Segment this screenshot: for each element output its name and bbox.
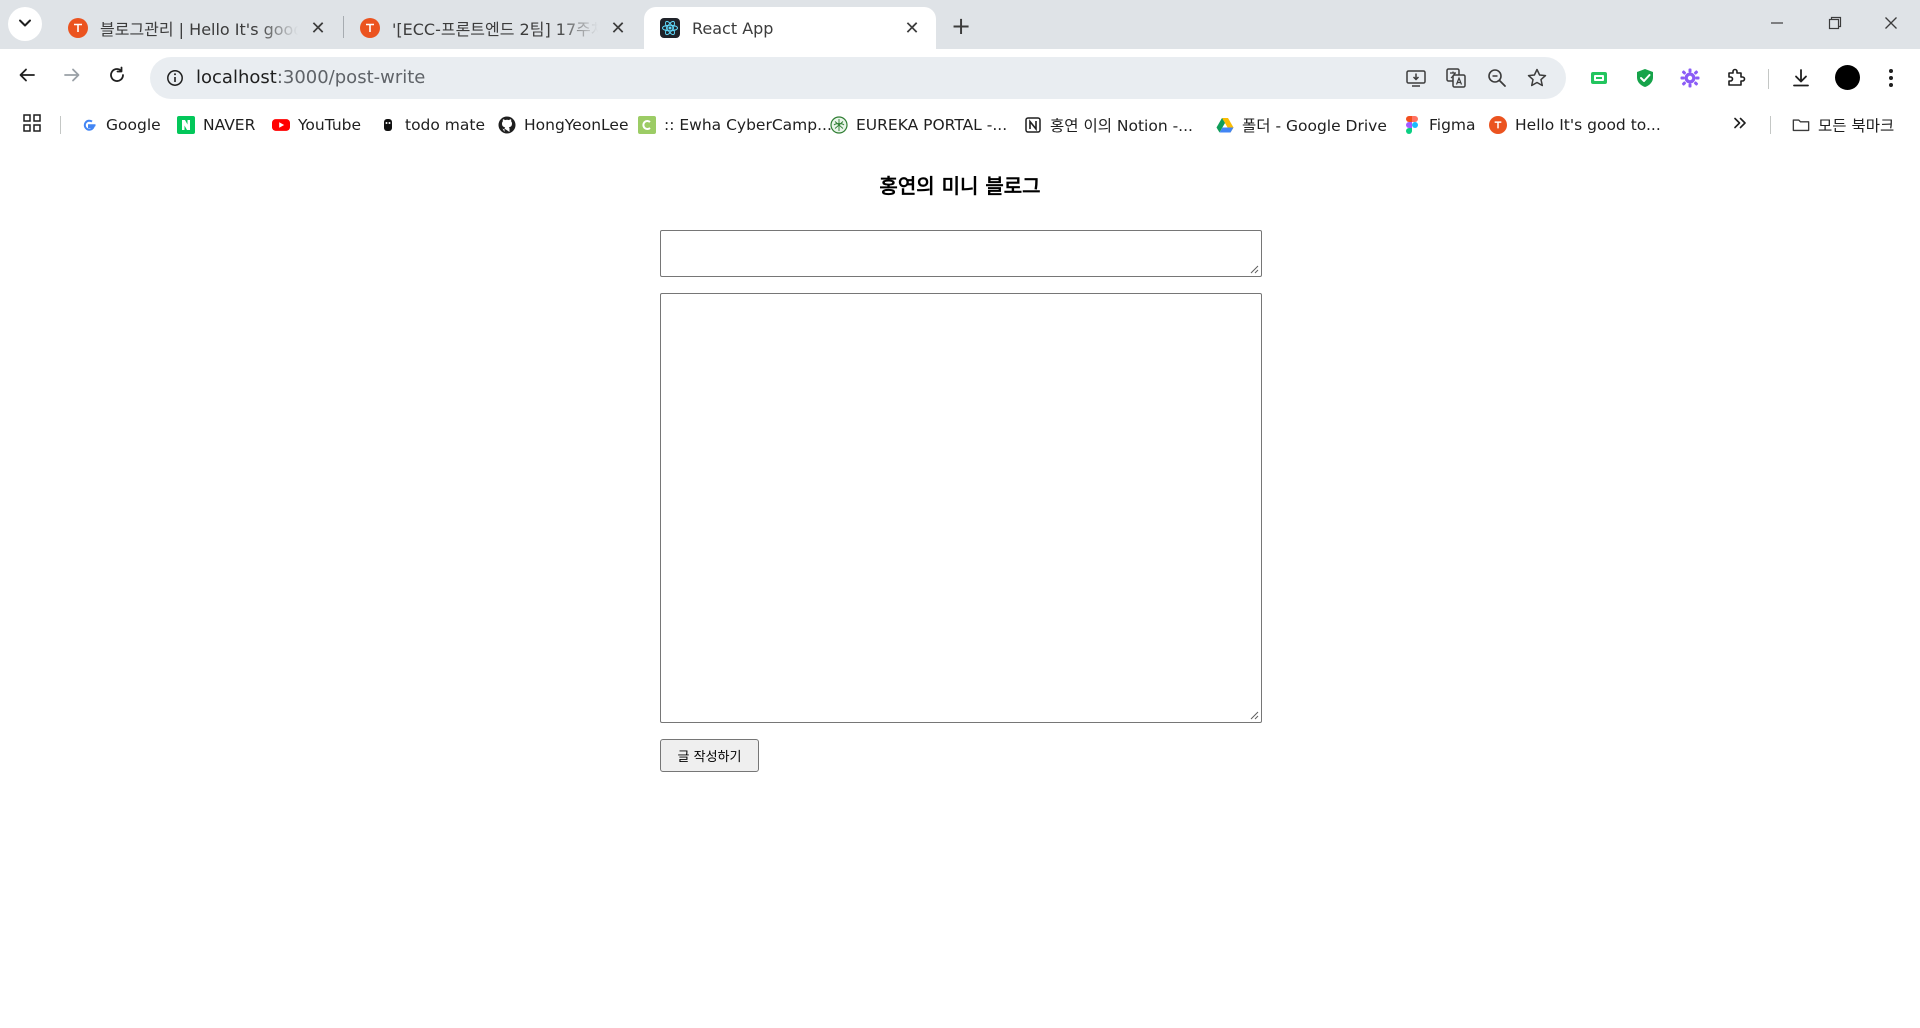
install-app-icon[interactable]: [1404, 66, 1428, 90]
tistory-icon: [360, 18, 380, 38]
arrow-left-icon: [18, 66, 36, 88]
resize-grip-icon[interactable]: [1249, 710, 1259, 720]
tab-title: React App: [692, 18, 774, 38]
restore-button[interactable]: [1806, 0, 1864, 48]
bookmark-todo-mate[interactable]: todo mate: [379, 107, 485, 143]
chevron-down-icon: [18, 15, 32, 34]
github-icon: [498, 116, 516, 134]
figma-icon: [1403, 116, 1421, 134]
bookmark-tistory[interactable]: Hello It's good to...: [1489, 107, 1661, 143]
close-icon[interactable]: ✕: [902, 18, 922, 39]
restore-icon: [1828, 15, 1842, 34]
new-tab-button[interactable]: +: [946, 11, 976, 41]
bookmark-naver[interactable]: NAVER: [177, 107, 255, 143]
notion-icon: [1024, 116, 1042, 134]
bookmarks-bar: Google NAVER YouTube todo mate HongYeonL…: [0, 107, 1920, 143]
browser-toolbar: localhost:3000/post-write: [0, 49, 1920, 107]
tab-title: '[ECC-프론트엔드 2팀] 17주차: [392, 20, 598, 39]
url-path: :3000/post-write: [276, 67, 426, 88]
tab-search-button[interactable]: [8, 7, 42, 41]
react-icon: [660, 18, 680, 38]
bookmark-ewha-cybercampus[interactable]: :: Ewha CyberCamp...: [638, 107, 832, 143]
tab-title: 블로그관리 | Hello It's good to: [100, 20, 298, 39]
bookmark-label: Hello It's good to...: [1515, 116, 1661, 134]
bookmark-label: Google: [106, 116, 161, 134]
tistory-icon: [68, 18, 88, 38]
bookmark-youtube[interactable]: YouTube: [272, 107, 361, 143]
menu-dots-icon[interactable]: [1877, 64, 1905, 92]
submit-post-button[interactable]: 글 작성하기: [660, 739, 759, 772]
bookmark-github[interactable]: HongYeonLee: [498, 107, 629, 143]
bookmark-figma[interactable]: Figma: [1403, 107, 1476, 143]
apps-grid-icon: [22, 113, 42, 137]
apps-grid-button[interactable]: [22, 107, 42, 143]
cybercampus-icon: [638, 116, 656, 134]
bookmark-separator: [1770, 116, 1771, 134]
toolbar-separator: [1768, 69, 1769, 89]
tistory-icon: [1489, 116, 1507, 134]
bookmark-label: todo mate: [405, 116, 486, 134]
tab-ecc-frontend[interactable]: '[ECC-프론트엔드 2팀] 17주차 ✕: [344, 7, 642, 49]
bookmark-google[interactable]: Google: [80, 107, 161, 143]
bookmark-google-drive[interactable]: 폴더 - Google Drive: [1216, 107, 1387, 143]
url-host: localhost: [196, 67, 277, 88]
google-drive-icon: [1216, 116, 1234, 134]
tab-blog-admin[interactable]: 블로그관리 | Hello It's good to ✕: [52, 7, 342, 49]
bookmark-label: YouTube: [298, 116, 362, 134]
bookmark-star-icon[interactable]: [1525, 66, 1549, 90]
profile-avatar[interactable]: [1835, 65, 1860, 90]
close-icon: [1884, 15, 1898, 34]
bookmark-separator: [60, 116, 61, 134]
folder-icon: [1792, 116, 1810, 134]
google-icon: [80, 116, 98, 134]
bookmark-notion[interactable]: 홍연 이의 Notion -...: [1024, 107, 1193, 143]
close-icon[interactable]: ✕: [608, 18, 628, 39]
post-title-input[interactable]: [660, 230, 1262, 277]
translate-icon[interactable]: [1444, 66, 1468, 90]
address-bar[interactable]: localhost:3000/post-write: [150, 57, 1566, 99]
eureka-icon: [830, 116, 848, 134]
naver-icon: [177, 116, 195, 134]
forward-button[interactable]: [55, 60, 89, 94]
minimize-icon: [1770, 15, 1784, 34]
youtube-icon: [272, 116, 290, 134]
more-bookmarks-button[interactable]: [1732, 107, 1748, 143]
arrow-right-icon: [63, 66, 81, 88]
all-bookmarks-button[interactable]: 모든 북마크: [1792, 107, 1894, 143]
close-icon[interactable]: ✕: [308, 18, 328, 39]
reload-icon: [108, 66, 126, 88]
page-title: 홍연의 미니 블로그: [879, 174, 1041, 198]
download-icon[interactable]: [1787, 64, 1815, 92]
extension-green-screen-icon[interactable]: [1585, 64, 1613, 92]
url-text[interactable]: localhost:3000/post-write: [196, 57, 425, 99]
post-content-input[interactable]: [660, 293, 1262, 723]
extensions-puzzle-icon[interactable]: [1722, 64, 1750, 92]
tab-react-app[interactable]: React App ✕: [644, 7, 936, 49]
bookmark-label: :: Ewha CyberCamp...: [664, 116, 832, 134]
site-info-icon[interactable]: [162, 65, 188, 91]
page-content: 홍연의 미니 블로그 글 작성하기: [0, 143, 1920, 1028]
back-button[interactable]: [10, 60, 44, 94]
reload-button[interactable]: [100, 60, 134, 94]
bookmark-label: HongYeonLee: [524, 116, 629, 134]
bookmark-label: EUREKA PORTAL -...: [856, 116, 1008, 134]
bookmark-label: 폴더 - Google Drive: [1242, 117, 1387, 135]
bookmark-label: 홍연 이의 Notion -...: [1050, 117, 1193, 135]
minimize-button[interactable]: [1748, 0, 1806, 48]
todomate-icon: [379, 116, 397, 134]
extension-shield-icon[interactable]: [1631, 64, 1659, 92]
bookmark-label: NAVER: [203, 116, 256, 134]
bookmark-label: Figma: [1429, 116, 1476, 134]
tab-strip: 블로그관리 | Hello It's good to ✕ '[ECC-프론트엔드…: [0, 0, 1920, 49]
zoom-icon[interactable]: [1485, 66, 1509, 90]
extension-gear-icon[interactable]: [1676, 64, 1704, 92]
double-chevron-right-icon: [1732, 115, 1748, 135]
all-bookmarks-label: 모든 북마크: [1818, 117, 1895, 135]
close-window-button[interactable]: [1862, 0, 1920, 48]
resize-grip-icon[interactable]: [1249, 264, 1259, 274]
bookmark-eureka-portal[interactable]: EUREKA PORTAL -...: [830, 107, 1007, 143]
